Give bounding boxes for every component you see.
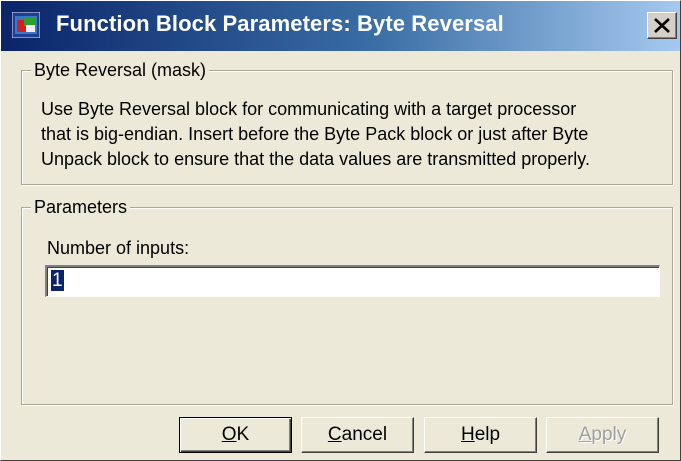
number-of-inputs-value: 1: [51, 270, 64, 291]
ok-mnemonic: O: [221, 424, 237, 445]
parameters-group-legend: Parameters: [31, 197, 131, 218]
cancel-mnemonic: C: [327, 424, 342, 445]
ok-label-rest: K: [236, 424, 250, 445]
mask-group-legend: Byte Reversal (mask): [31, 60, 210, 81]
mask-description: Use Byte Reversal block for communicatin…: [41, 97, 666, 172]
cancel-label-rest: ancel: [341, 424, 388, 445]
parameters-group-frame: [21, 207, 673, 405]
description-line: Use Byte Reversal block for communicatin…: [41, 99, 577, 119]
help-label-rest: elp: [474, 424, 501, 445]
apply-button[interactable]: Apply: [546, 417, 659, 453]
title-bar[interactable]: Function Block Parameters: Byte Reversal: [1, 1, 680, 51]
close-button[interactable]: [647, 12, 677, 39]
close-icon: [654, 18, 670, 33]
apply-label-rest: pply: [591, 424, 627, 445]
description-line: that is big-endian. Insert before the By…: [41, 124, 589, 144]
simulink-block-icon: [11, 11, 41, 39]
help-mnemonic: H: [460, 424, 475, 445]
cancel-button[interactable]: Cancel: [301, 417, 414, 453]
number-of-inputs-field[interactable]: 1: [45, 265, 660, 297]
description-line: Unpack block to ensure that the data val…: [41, 149, 590, 169]
apply-mnemonic: A: [578, 424, 592, 445]
number-of-inputs-label: Number of inputs:: [47, 238, 190, 258]
dialog-window: Function Block Parameters: Byte Reversal…: [0, 0, 681, 461]
ok-button[interactable]: OK: [179, 417, 292, 453]
window-title: Function Block Parameters: Byte Reversal: [56, 11, 504, 36]
help-button[interactable]: Help: [424, 417, 537, 453]
